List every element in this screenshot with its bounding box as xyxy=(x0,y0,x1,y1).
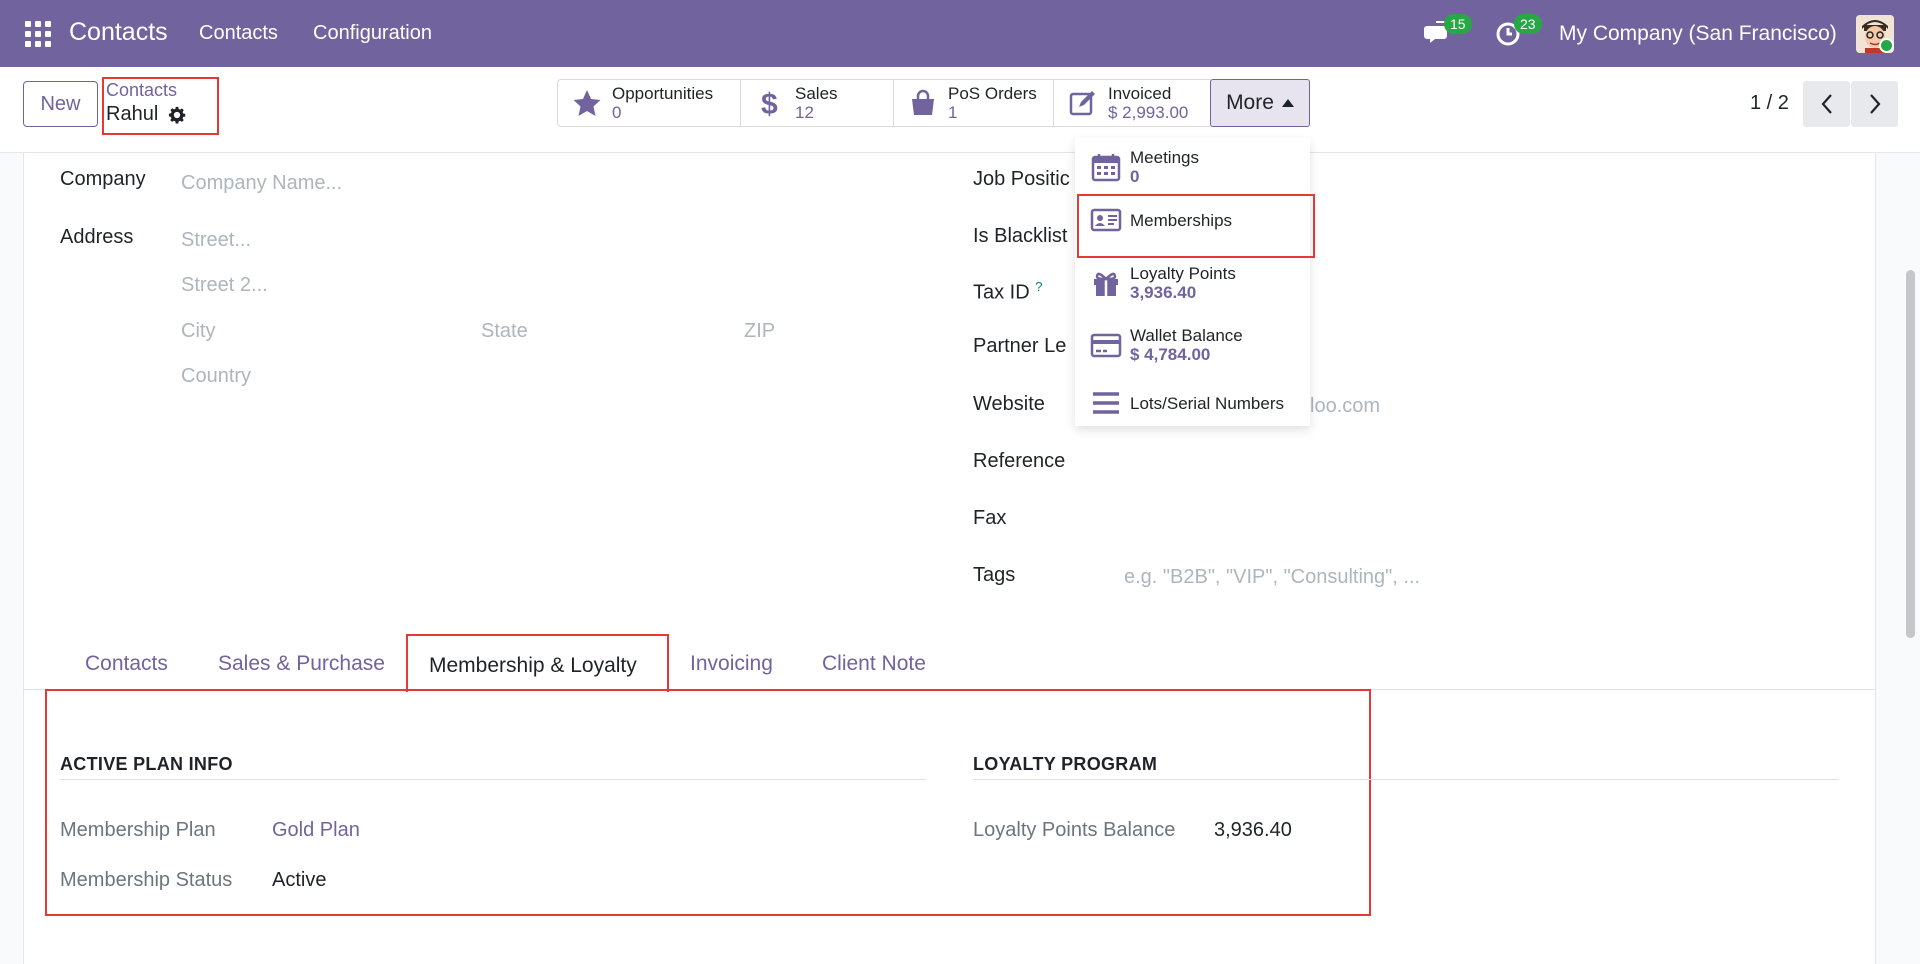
chevron-left-icon xyxy=(1821,94,1832,114)
company-input[interactable]: Company Name... xyxy=(181,172,342,195)
menu-contacts[interactable]: Contacts xyxy=(199,22,278,45)
gift-icon xyxy=(1094,272,1118,296)
state-input[interactable]: State xyxy=(481,320,528,343)
website-label: Website xyxy=(973,393,1045,415)
address-label: Address xyxy=(60,226,134,248)
street2-input[interactable]: Street 2... xyxy=(181,274,268,297)
record-name: Rahul xyxy=(106,103,159,125)
loyalty-program-title: LOYALTY PROGRAM xyxy=(973,754,1158,774)
opportunities-button[interactable]: Opportunities 0 xyxy=(558,80,741,126)
tax-id-help-icon[interactable]: ? xyxy=(1035,279,1042,294)
activity-count-badge: 23 xyxy=(1514,14,1542,34)
credit-card-icon xyxy=(1090,333,1122,358)
new-button[interactable]: New xyxy=(23,81,98,127)
chat-count-badge: 15 xyxy=(1444,14,1472,34)
blacklist-label: Is Blacklist xyxy=(973,225,1068,247)
star-icon xyxy=(573,90,601,116)
tax-id-label: Tax ID ? xyxy=(973,279,1043,304)
job-position-label: Job Positic xyxy=(973,168,1070,190)
pager-value: 1 / 2 xyxy=(1750,92,1789,114)
membership-plan-link[interactable]: Gold Plan xyxy=(272,819,360,842)
sales-button[interactable]: $ Sales 12 xyxy=(741,80,894,126)
gear-icon[interactable] xyxy=(168,106,186,124)
menu-configuration[interactable]: Configuration xyxy=(313,22,432,45)
apps-grid-icon[interactable] xyxy=(25,21,51,47)
pager-next-button[interactable] xyxy=(1851,81,1898,127)
top-navbar: Contacts Contacts Configuration 15 23 My… xyxy=(0,0,1920,67)
tab-sales-purchase[interactable]: Sales & Purchase xyxy=(218,652,385,676)
shopping-bag-icon xyxy=(912,89,934,115)
notebook-tabs: Contacts Sales & Purchase Membership & L… xyxy=(23,630,1876,692)
street-input[interactable]: Street... xyxy=(181,229,251,252)
tab-client-note[interactable]: Client Note xyxy=(822,652,926,676)
control-panel: New Contacts Rahul Opportunities 0 $ Sale… xyxy=(0,67,1920,153)
caret-up-icon xyxy=(1281,99,1294,107)
breadcrumb: Contacts Rahul xyxy=(102,77,219,135)
membership-status-label: Membership Status xyxy=(60,869,233,891)
section-divider xyxy=(60,779,926,780)
calendar-icon xyxy=(1091,154,1121,182)
page-scrollbar[interactable] xyxy=(1906,270,1915,638)
company-switcher[interactable]: My Company (San Francisco) xyxy=(1559,22,1837,46)
dollar-icon: $ xyxy=(761,88,778,118)
tags-input[interactable]: e.g. "B2B", "VIP", "Consulting", ... xyxy=(1124,566,1420,589)
app-name[interactable]: Contacts xyxy=(69,18,168,47)
more-dropdown-menu: Meetings 0 Memberships Loyalty Points 3,93… xyxy=(1075,138,1310,426)
loyalty-points-menu-item[interactable]: Loyalty Points 3,936.40 xyxy=(1090,264,1236,302)
svg-text:$: $ xyxy=(761,88,778,118)
company-label: Company xyxy=(60,168,146,190)
loyalty-balance-value: 3,936.40 xyxy=(1214,819,1292,841)
reference-label: Reference xyxy=(973,450,1066,472)
fax-label: Fax xyxy=(973,507,1007,529)
tags-label: Tags xyxy=(973,564,1016,586)
lots-serial-menu-item[interactable]: Lots/Serial Numbers xyxy=(1090,388,1284,418)
pos-orders-button[interactable]: PoS Orders 1 xyxy=(894,80,1054,126)
list-bars-icon xyxy=(1093,392,1119,414)
chevron-right-icon xyxy=(1869,94,1880,114)
wallet-balance-menu-item[interactable]: Wallet Balance $ 4,784.00 xyxy=(1090,326,1243,364)
meetings-menu-item[interactable]: Meetings 0 xyxy=(1090,148,1199,186)
membership-content-highlight xyxy=(45,689,1371,916)
membership-plan-label: Membership Plan xyxy=(60,819,216,841)
tab-membership-loyalty[interactable]: Membership & Loyalty xyxy=(406,634,669,692)
website-input[interactable]: loo.com xyxy=(1310,395,1380,418)
memberships-highlight xyxy=(1077,194,1315,258)
more-button[interactable]: More xyxy=(1210,79,1310,127)
chat-icon[interactable]: 15 xyxy=(1424,14,1472,52)
city-input[interactable]: City xyxy=(181,320,215,343)
membership-status-value: Active xyxy=(272,869,327,891)
loyalty-balance-label: Loyalty Points Balance xyxy=(973,819,1176,841)
zip-input[interactable]: ZIP xyxy=(744,320,775,343)
section-divider xyxy=(973,779,1839,780)
online-status-dot xyxy=(1879,38,1894,53)
tab-contacts[interactable]: Contacts xyxy=(85,652,168,676)
breadcrumb-contacts-link[interactable]: Contacts xyxy=(106,80,177,101)
tab-invoicing[interactable]: Invoicing xyxy=(690,652,773,676)
pager-previous-button[interactable] xyxy=(1803,81,1850,127)
invoiced-button[interactable]: Invoiced $ 2,993.00 xyxy=(1054,80,1212,126)
breadcrumb-current: Rahul xyxy=(106,103,186,126)
edit-invoice-icon xyxy=(1069,91,1095,116)
active-plan-title: ACTIVE PLAN INFO xyxy=(60,754,233,774)
activity-clock-icon[interactable]: 23 xyxy=(1494,14,1542,52)
country-input[interactable]: Country xyxy=(181,365,251,388)
partner-level-label: Partner Le xyxy=(973,335,1067,357)
smart-button-bar: Opportunities 0 $ Sales 12 PoS Orders 1 Inv… xyxy=(557,79,1213,127)
